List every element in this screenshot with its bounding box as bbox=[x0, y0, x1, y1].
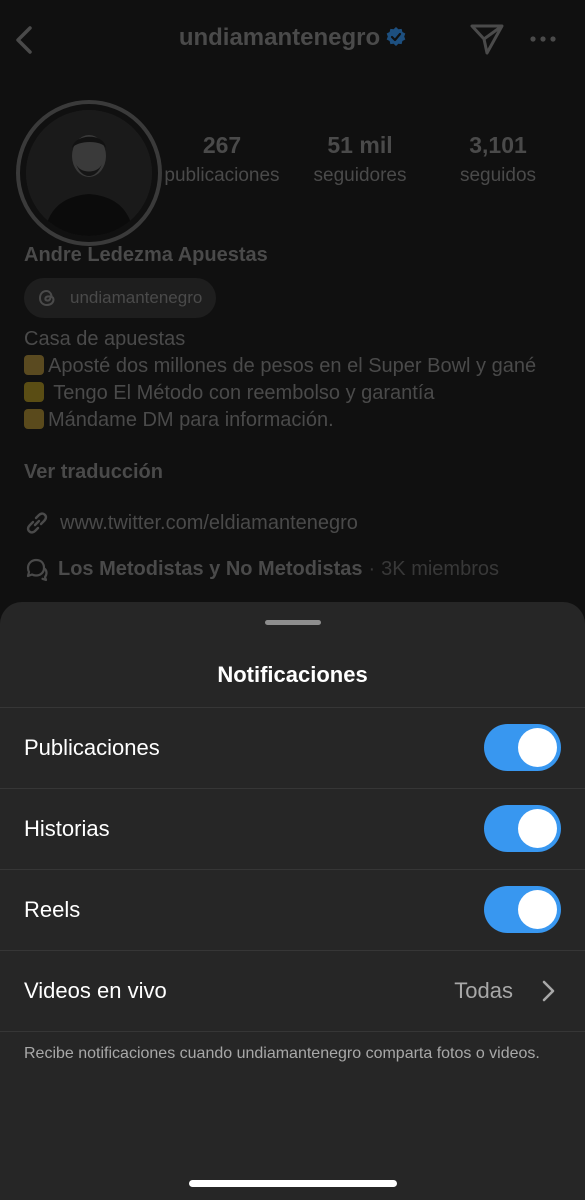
broadcast-channel[interactable]: Los Metodistas y No Metodistas · 3K miem… bbox=[24, 556, 499, 582]
notifications-sheet: Notificaciones Publicaciones Historias R… bbox=[0, 602, 585, 1200]
stat-following[interactable]: 3,101 seguidos bbox=[428, 132, 568, 187]
option-publicaciones: Publicaciones bbox=[0, 707, 585, 788]
option-reels-label: Reels bbox=[24, 897, 81, 922]
sheet-note: Recibe notificaciones cuando undiamanten… bbox=[24, 1045, 540, 1062]
threads-badge[interactable]: undiamantenegro bbox=[24, 278, 217, 318]
stat-following-value: 3,101 bbox=[469, 132, 527, 158]
bio-line-3: Mándame DM para información. bbox=[24, 407, 564, 434]
historias-toggle[interactable] bbox=[484, 805, 561, 852]
stat-posts-value: 267 bbox=[202, 132, 242, 158]
more-icon[interactable] bbox=[528, 32, 558, 46]
stat-following-label: seguidos bbox=[459, 165, 537, 186]
publicaciones-toggle[interactable] bbox=[484, 724, 561, 771]
threads-handle: undiamantenegro bbox=[70, 288, 203, 307]
option-live-videos-value: Todas bbox=[454, 978, 513, 1003]
link-icon bbox=[26, 512, 48, 534]
bio-category: Casa de apuestas bbox=[24, 328, 186, 350]
channel-members: 3K miembros bbox=[381, 557, 499, 580]
channel-name: Los Metodistas y No Metodistas bbox=[58, 557, 363, 580]
toggle-knob bbox=[518, 728, 557, 767]
option-live-videos-label: Videos en vivo bbox=[24, 978, 167, 1003]
profile-full-name: Andre Ledezma Apuestas bbox=[24, 244, 268, 266]
option-historias: Historias bbox=[0, 788, 585, 869]
bio-line-2: Tengo El Método con reembolso y garantía bbox=[24, 380, 564, 407]
profile-link-text: www.twitter.com/eldiamantenegro bbox=[60, 511, 358, 534]
send-icon[interactable] bbox=[469, 22, 505, 56]
channel-icon bbox=[26, 558, 48, 582]
bio-line-2-text: Tengo El Método con reembolso y garantía bbox=[48, 382, 435, 404]
bio-line-1: Aposté dos millones de pesos en el Super… bbox=[24, 353, 564, 380]
verified-badge-icon bbox=[386, 27, 406, 46]
bio-line-3-text: Mándame DM para información. bbox=[48, 409, 334, 431]
stat-followers-label: seguidores bbox=[313, 165, 407, 186]
star-icon bbox=[24, 382, 44, 402]
reels-toggle[interactable] bbox=[484, 886, 561, 933]
option-reels: Reels bbox=[0, 869, 585, 950]
toggle-knob bbox=[518, 809, 557, 848]
option-live-videos[interactable]: Videos en vivo Todas bbox=[0, 950, 585, 1031]
stat-posts[interactable]: 267 publicaciones bbox=[152, 132, 292, 187]
threads-icon bbox=[38, 289, 55, 307]
profile-bio: Casa de apuestas Aposté dos millones de … bbox=[24, 326, 564, 434]
channel-separator: · bbox=[368, 557, 376, 580]
home-indicator[interactable] bbox=[189, 1180, 397, 1187]
sheet-grabber[interactable] bbox=[265, 620, 321, 625]
divider bbox=[0, 1031, 585, 1032]
stat-followers-value: 51 mil bbox=[327, 132, 393, 158]
avatar[interactable] bbox=[26, 110, 152, 236]
avatar-photo bbox=[26, 110, 152, 236]
profile-link[interactable]: www.twitter.com/eldiamantenegro bbox=[24, 510, 358, 536]
see-translation-link[interactable]: Ver traducción bbox=[24, 461, 163, 484]
victory-hand-icon bbox=[24, 409, 44, 429]
stat-followers[interactable]: 51 mil seguidores bbox=[290, 132, 430, 187]
sheet-title: Notificaciones bbox=[217, 662, 368, 687]
option-publicaciones-label: Publicaciones bbox=[24, 735, 160, 760]
stat-posts-label: publicaciones bbox=[164, 165, 280, 186]
chevron-right-icon bbox=[542, 980, 555, 1002]
money-bag-icon bbox=[24, 355, 44, 375]
option-historias-label: Historias bbox=[24, 816, 110, 841]
toggle-knob bbox=[518, 890, 557, 929]
username-text: undiamantenegro bbox=[178, 24, 381, 51]
bio-line-1-text: Aposté dos millones de pesos en el Super… bbox=[48, 355, 537, 377]
top-bar: undiamantenegro bbox=[0, 0, 585, 80]
